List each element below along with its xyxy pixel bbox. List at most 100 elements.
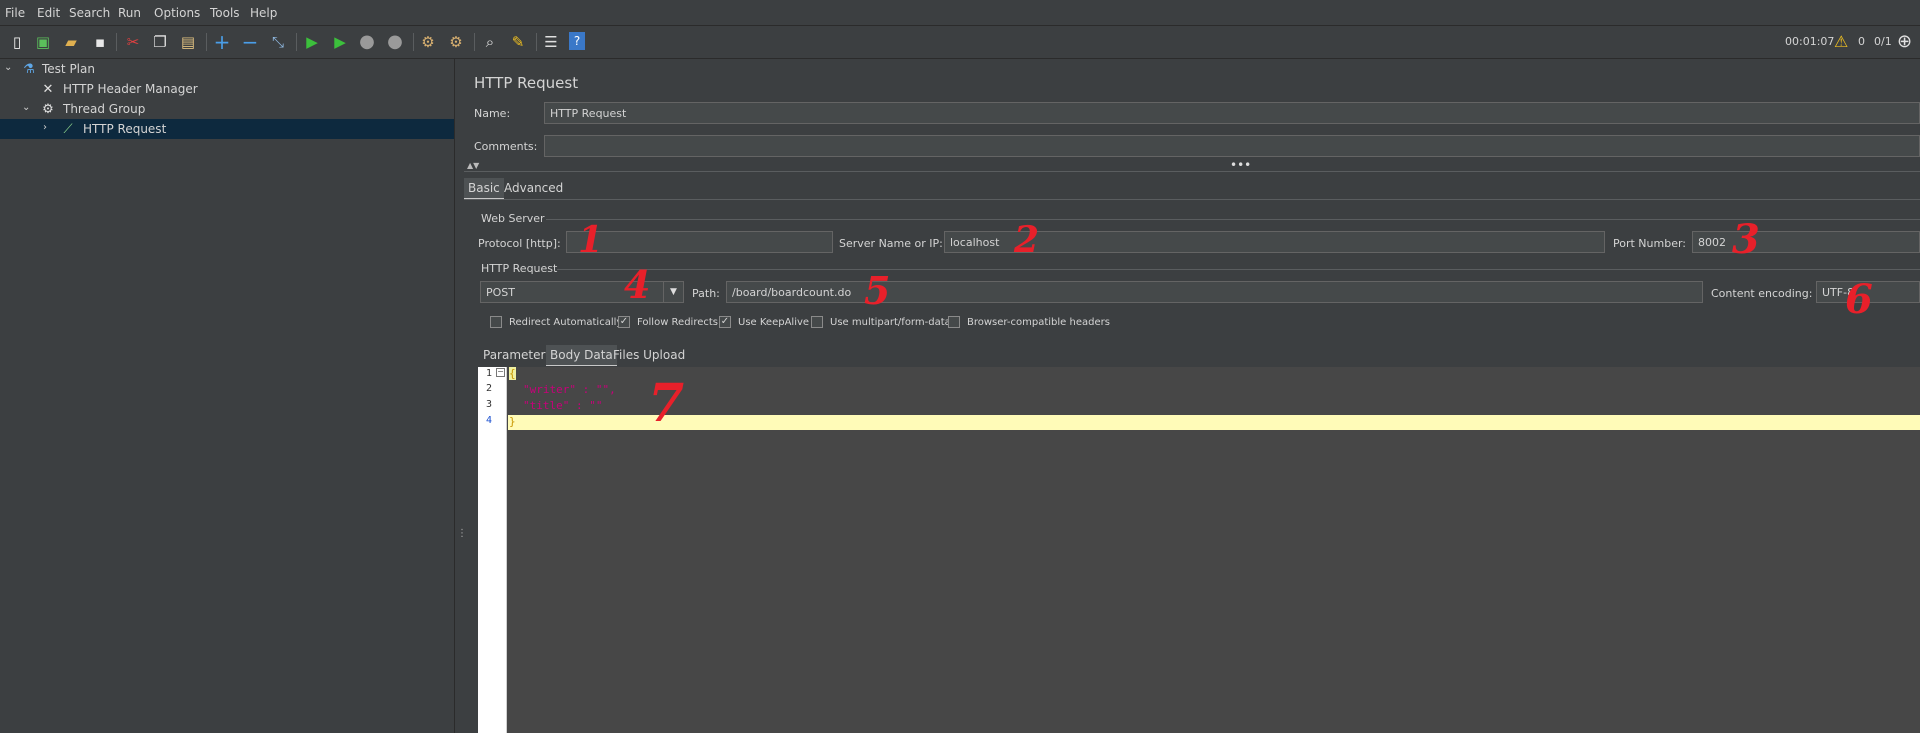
- new-icon[interactable]: ▯: [7, 32, 27, 52]
- multipart-checkbox[interactable]: [811, 316, 823, 328]
- shutdown-icon[interactable]: ●: [385, 32, 405, 52]
- annotation-2: 2: [1014, 219, 1040, 261]
- code-line: "title" : "": [523, 399, 603, 412]
- fold-icon[interactable]: −: [496, 368, 505, 377]
- start-no-pause-icon[interactable]: ▶: [330, 32, 350, 52]
- reset-search-icon[interactable]: ✎: [508, 32, 528, 52]
- tree-item-test-plan[interactable]: ⌄ ⚗ Test Plan: [0, 59, 454, 79]
- annotation-5: 5: [864, 268, 891, 313]
- menu-run[interactable]: Run: [118, 6, 141, 20]
- encoding-label: Content encoding:: [1711, 287, 1813, 300]
- tab-parameters[interactable]: Parameters: [479, 345, 556, 365]
- collapse-arrows-icon[interactable]: ▲▼: [467, 161, 479, 170]
- tab-body-data[interactable]: Body Data: [546, 345, 617, 366]
- code-line: }: [509, 415, 516, 428]
- collapse-icon[interactable]: −: [240, 32, 260, 52]
- test-plan-tree: ⌄ ⚗ Test Plan ✕ HTTP Header Manager ⌄ ⚙ …: [0, 59, 454, 733]
- annotation-6: 6: [1845, 276, 1873, 323]
- clear-all-icon[interactable]: ⚙: [446, 32, 466, 52]
- menu-edit[interactable]: Edit: [37, 6, 60, 20]
- follow-redirects-checkbox[interactable]: ✓: [618, 316, 630, 328]
- current-line-highlight: [508, 415, 1920, 430]
- tab-advanced[interactable]: Advanced: [500, 178, 567, 198]
- line-number: 2: [486, 383, 493, 394]
- browser-headers-checkbox[interactable]: [948, 316, 960, 328]
- menu-help[interactable]: Help: [250, 6, 277, 20]
- menu-file[interactable]: File: [5, 6, 25, 20]
- protocol-label: Protocol [http]:: [478, 237, 561, 250]
- function-helper-icon[interactable]: ☰: [541, 32, 561, 52]
- name-label: Name:: [474, 107, 511, 120]
- menu-bar: File Edit Search Run Options Tools Help: [0, 0, 1920, 26]
- http-request-group-title: HTTP Request: [481, 262, 558, 275]
- paste-icon[interactable]: ▤: [178, 32, 198, 52]
- remote-status-icon: ⊕: [1897, 31, 1913, 52]
- checkbox-label: Browser-compatible headers: [967, 317, 1110, 328]
- stop-icon[interactable]: ●: [357, 32, 377, 52]
- web-server-group-title: Web Server: [481, 212, 545, 225]
- clear-icon[interactable]: ⚙: [418, 32, 438, 52]
- checkbox-label: Use multipart/form-data: [830, 317, 951, 328]
- start-icon[interactable]: ▶: [302, 32, 322, 52]
- wrench-icon: ✕: [42, 81, 54, 97]
- checkbox-label: Use KeepAlive: [738, 317, 810, 328]
- tab-files-upload[interactable]: Files Upload: [609, 345, 689, 365]
- redirect-auto-checkbox[interactable]: [490, 316, 502, 328]
- annotation-3: 3: [1732, 216, 1760, 263]
- tree-item-label: HTTP Request: [83, 122, 167, 136]
- chevron-right-icon[interactable]: ›: [43, 122, 47, 133]
- method-dropdown-icon[interactable]: ▼: [663, 281, 684, 303]
- templates-icon[interactable]: ▣: [33, 32, 53, 52]
- elapsed-time: 00:01:07: [1785, 35, 1835, 48]
- tree-item-http-request[interactable]: › ⟋ HTTP Request: [0, 119, 454, 139]
- annotation-7: 7: [648, 373, 685, 434]
- more-icon[interactable]: •••: [1230, 158, 1251, 172]
- checkbox-label: Follow Redirects: [637, 317, 718, 328]
- server-label: Server Name or IP:: [839, 237, 943, 250]
- comments-field[interactable]: [544, 135, 1920, 157]
- open-icon[interactable]: ▰: [61, 32, 81, 52]
- toolbar: ▯ ▣ ▰ ▪ ✂ ❐ ▤ + − ⤡ ▶ ▶ ● ● ⚙ ⚙ ⌕ ✎ ☰ ? …: [0, 26, 1920, 59]
- gear-icon: ⚙: [42, 101, 54, 117]
- code-line: {: [509, 367, 516, 380]
- server-field[interactable]: localhost: [944, 231, 1605, 253]
- line-gutter: 1 2 3 4 −: [478, 367, 507, 733]
- save-icon[interactable]: ▪: [90, 32, 110, 52]
- chevron-down-icon[interactable]: ⌄: [22, 102, 30, 113]
- line-number: 1: [486, 368, 493, 379]
- path-label: Path:: [692, 287, 720, 300]
- name-field[interactable]: HTTP Request: [544, 102, 1920, 124]
- menu-options[interactable]: Options: [154, 6, 200, 20]
- port-field[interactable]: 8002: [1692, 231, 1920, 253]
- tree-item-label: HTTP Header Manager: [63, 82, 198, 96]
- port-label: Port Number:: [1613, 237, 1687, 250]
- chevron-down-icon[interactable]: ⌄: [4, 62, 12, 73]
- tab-basic[interactable]: Basic: [464, 178, 504, 199]
- page-title: HTTP Request: [474, 74, 579, 92]
- keepalive-checkbox[interactable]: ✓: [719, 316, 731, 328]
- tree-item-header-manager[interactable]: ✕ HTTP Header Manager: [0, 79, 454, 99]
- menu-tools[interactable]: Tools: [210, 6, 240, 20]
- toggle-icon[interactable]: ⤡: [268, 32, 288, 52]
- thread-count: 0/1: [1874, 35, 1892, 48]
- copy-icon[interactable]: ❐: [150, 32, 170, 52]
- menu-search[interactable]: Search: [69, 6, 110, 20]
- search-icon[interactable]: ⌕: [480, 32, 500, 52]
- annotation-4: 4: [624, 262, 651, 307]
- flask-icon: ⚗: [23, 61, 35, 77]
- line-number: 3: [486, 399, 493, 410]
- help-icon[interactable]: ?: [569, 32, 585, 50]
- annotation-1: 1: [578, 219, 604, 261]
- code-line: "writer" : "",: [523, 383, 616, 396]
- tree-item-label: Thread Group: [63, 102, 146, 116]
- body-data-editor[interactable]: 1 2 3 4 − { "writer" : "", "title" : "" …: [478, 367, 1920, 733]
- pipette-icon: ⟋: [63, 121, 73, 137]
- tree-item-thread-group[interactable]: ⌄ ⚙ Thread Group: [0, 99, 454, 119]
- protocol-field[interactable]: [566, 231, 833, 253]
- warning-icon[interactable]: ⚠: [1834, 32, 1848, 51]
- checkbox-label: Redirect Automatically: [509, 317, 623, 328]
- line-number: 4: [486, 415, 493, 426]
- cut-icon[interactable]: ✂: [123, 32, 143, 52]
- expand-icon[interactable]: +: [212, 32, 232, 52]
- tree-item-label: Test Plan: [42, 62, 95, 76]
